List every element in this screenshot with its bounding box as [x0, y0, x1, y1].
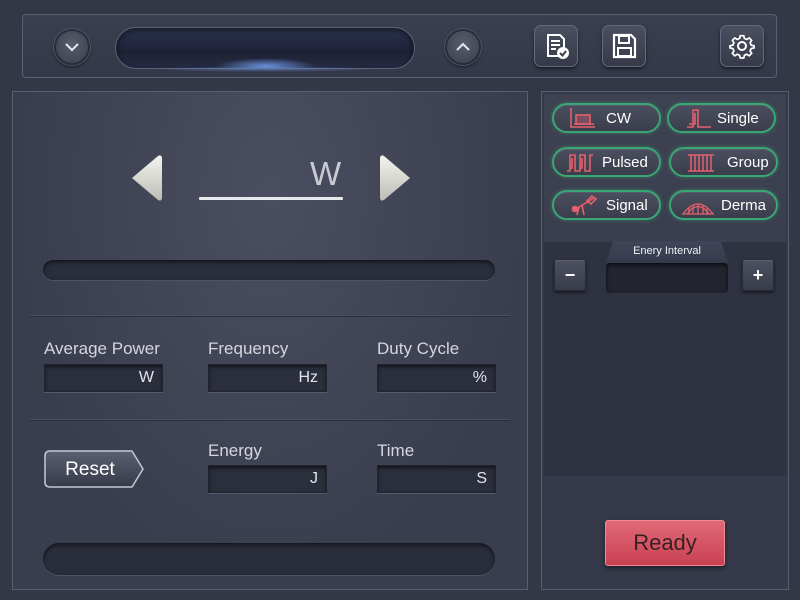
interval-label: Enery Interval: [606, 241, 728, 263]
duty-cycle-field[interactable]: %: [377, 364, 496, 392]
signal-icon: [571, 194, 598, 216]
frequency-label: Frequency: [208, 339, 289, 358]
average-power-label: Average Power: [44, 339, 160, 358]
triangle-right-icon: [380, 155, 410, 201]
reset-button[interactable]: Reset: [44, 450, 144, 488]
cw-wave-icon: [570, 108, 595, 128]
status-bar-track: [43, 543, 495, 575]
decrease-power-button[interactable]: [128, 153, 168, 203]
next-mode-button[interactable]: [445, 29, 481, 65]
gear-icon: [729, 34, 755, 59]
group-pulse-icon: [688, 154, 714, 172]
mode-pulsed-button[interactable]: Pulsed: [552, 147, 661, 177]
chevron-up-icon: [456, 42, 470, 51]
divider: [30, 419, 510, 420]
mode-cw-button[interactable]: CW: [552, 103, 661, 133]
single-pulse-icon: [687, 109, 711, 128]
interval-decrease-button[interactable]: −: [554, 259, 586, 291]
frequency-field[interactable]: Hz: [208, 364, 327, 392]
mode-pulsed-label: Pulsed: [602, 153, 648, 171]
record-button[interactable]: [534, 25, 578, 67]
divider: [30, 315, 510, 316]
mode-display: [115, 27, 415, 69]
mode-derma-button[interactable]: Derma: [669, 190, 778, 220]
chevron-down-icon: [65, 43, 79, 52]
mode-signal-label: Signal: [606, 196, 648, 214]
mode-group-label: Group: [727, 153, 769, 171]
mode-group-button[interactable]: Group: [669, 147, 778, 177]
interval-increase-button[interactable]: +: [742, 259, 774, 291]
pulsed-wave-icon: [567, 154, 593, 172]
power-unit: W: [310, 155, 342, 192]
derma-icon: [682, 203, 714, 215]
time-label: Time: [377, 441, 415, 460]
power-value-underline: [199, 197, 343, 200]
mode-cw-label: CW: [606, 109, 631, 127]
mode-signal-button[interactable]: Signal: [552, 190, 661, 220]
increase-power-button[interactable]: [376, 153, 416, 203]
mode-display-glow: [150, 66, 380, 72]
mode-derma-label: Derma: [721, 196, 767, 214]
average-power-field[interactable]: W: [44, 364, 163, 392]
reset-label: Reset: [65, 459, 115, 480]
settings-button[interactable]: [720, 25, 764, 67]
power-slider-track[interactable]: [43, 260, 495, 280]
interval-value-field[interactable]: [606, 263, 728, 293]
energy-field[interactable]: J: [208, 465, 327, 493]
previous-mode-button[interactable]: [54, 29, 90, 65]
energy-label: Energy: [208, 441, 262, 460]
save-button[interactable]: [602, 25, 646, 67]
time-field[interactable]: S: [377, 465, 496, 493]
mode-single-label: Single: [717, 109, 759, 127]
floppy-disk-icon: [612, 33, 637, 59]
report-check-icon: [547, 34, 569, 59]
duty-cycle-label: Duty Cycle: [377, 339, 460, 358]
mode-single-button[interactable]: Single: [667, 103, 776, 133]
triangle-left-icon: [132, 155, 162, 201]
ready-button[interactable]: Ready: [605, 520, 725, 566]
